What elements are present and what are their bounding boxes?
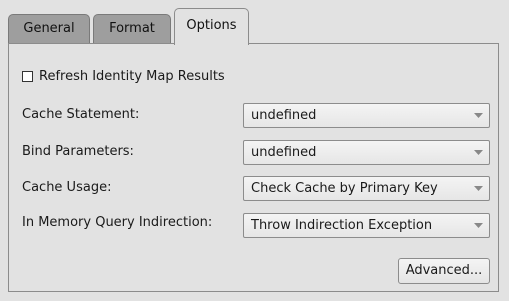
- chevron-down-icon: [474, 223, 483, 228]
- cache-usage-value: Check Cache by Primary Key: [251, 181, 438, 196]
- chevron-down-icon: [474, 186, 483, 191]
- cache-usage-label: Cache Usage:: [22, 180, 112, 195]
- checkbox-box[interactable]: [22, 70, 33, 82]
- refresh-identity-map-checkbox[interactable]: Refresh Identity Map Results: [22, 67, 225, 85]
- chevron-down-icon: [474, 113, 483, 118]
- bind-parameters-value: undefined: [251, 145, 317, 160]
- cache-usage-dropdown[interactable]: Check Cache by Primary Key: [243, 176, 490, 201]
- tab-format[interactable]: Format: [93, 14, 171, 44]
- tab-general[interactable]: General: [8, 14, 90, 44]
- chevron-down-icon: [474, 150, 483, 155]
- refresh-identity-map-label: Refresh Identity Map Results: [39, 68, 225, 84]
- bind-parameters-label: Bind Parameters:: [22, 144, 134, 159]
- tab-options[interactable]: Options: [174, 8, 249, 45]
- advanced-button[interactable]: Advanced...: [398, 258, 490, 284]
- cache-statement-value: undefined: [251, 108, 317, 123]
- in-memory-query-indirection-label: In Memory Query Indirection:: [22, 215, 213, 230]
- cache-statement-label: Cache Statement:: [22, 107, 140, 122]
- in-memory-query-indirection-value: Throw Indirection Exception: [251, 218, 433, 233]
- cache-statement-dropdown[interactable]: undefined: [243, 103, 490, 128]
- bind-parameters-dropdown[interactable]: undefined: [243, 140, 490, 165]
- in-memory-query-indirection-dropdown[interactable]: Throw Indirection Exception: [243, 213, 490, 238]
